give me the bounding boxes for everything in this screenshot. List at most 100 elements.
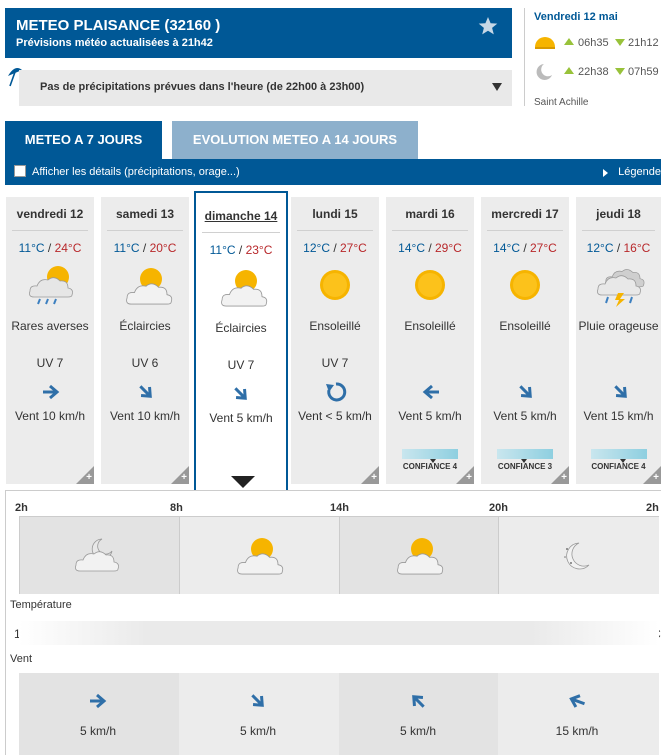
day-card-5[interactable]: mardi 16 14°C / 29°C Ensoleillé Vent 5 km/h… (386, 197, 474, 484)
rain-forecast-bar[interactable]: Pas de précipitations prévues dans l'heu… (19, 70, 512, 106)
temp-min: 11°C (18, 241, 45, 255)
tab-14-days[interactable]: EVOLUTION METEO A 14 JOURS (172, 121, 418, 159)
temperature-band (19, 621, 659, 645)
day-card-3[interactable]: dimanche 14 11°C / 23°C Éclaircies UV 7 Vent… (194, 191, 288, 491)
divider (12, 230, 88, 231)
day-card-2[interactable]: samedi 13 11°C / 20°C Éclaircies UV 6 Vent 1… (101, 197, 189, 484)
wind-direction-icon (566, 690, 590, 714)
plus-icon[interactable]: + (561, 472, 567, 483)
condition-text: Éclaircies (215, 321, 267, 335)
temp-max: 29°C (435, 241, 462, 255)
day-temperatures: 12°C / 27°C (303, 241, 367, 255)
temp-max: 24°C (54, 241, 82, 255)
wind-speed: Vent 5 km/h (398, 409, 462, 423)
temp-min: 11°C (209, 243, 236, 257)
temp-min: 14°C (493, 241, 520, 255)
hour-wind-speed: 5 km/h (79, 724, 116, 738)
wind-direction-icon (325, 381, 347, 403)
divider (107, 230, 183, 231)
day-temperatures: 11°C / 20°C (113, 241, 177, 255)
wind-direction-icon (420, 381, 442, 403)
day-name: mercredi 17 (491, 207, 559, 221)
hour-label: 2h (646, 502, 659, 514)
confidence-marker (521, 459, 527, 463)
divider (392, 230, 468, 231)
page-subtitle: Prévisions météo actualisées à 21h42 (16, 37, 213, 49)
wind-direction-icon (230, 383, 252, 405)
plus-icon[interactable]: + (466, 472, 472, 483)
plus-icon[interactable]: + (181, 472, 187, 483)
plus-icon[interactable]: + (653, 472, 659, 483)
hour-label: 2h (15, 502, 28, 514)
temp-max: 27°C (340, 241, 367, 255)
temp-min: 14°C (398, 241, 425, 255)
moonrise-time: 22h38 (578, 66, 609, 78)
hour-label: 8h (170, 502, 183, 514)
day-card-1[interactable]: vendredi 12 11°C / 24°C Rares averses UV 7 V… (6, 197, 94, 484)
wind-speed: Vent 10 km/h (14, 409, 86, 423)
rain-forecast-text: Pas de précipitations prévues dans l'heu… (40, 81, 365, 93)
sun-cloud-rain-icon (20, 265, 80, 307)
plus-icon[interactable]: + (86, 472, 92, 483)
wind-speed: Vent 5 km/h (209, 411, 273, 425)
wind-speed: Vent < 5 km/h (298, 409, 372, 423)
rise-arrow-icon (564, 67, 574, 74)
sun-icon (400, 265, 460, 307)
day-name: vendredi 12 (16, 207, 84, 221)
tab-7-days[interactable]: METEO A 7 JOURS (5, 121, 162, 159)
uv-index: UV 7 (321, 356, 349, 370)
day-name: lundi 15 (312, 207, 358, 221)
sun-cloud-icon (386, 535, 452, 577)
page-title: METEO PLAISANCE (32160 ) (16, 17, 221, 34)
hour-label: 14h (330, 502, 349, 514)
storm-icon (590, 265, 650, 307)
divider (19, 516, 20, 594)
day-card-7[interactable]: jeudi 18 12°C / 16°C Pluie orageuse Vent 15… (576, 197, 661, 484)
star-icon[interactable] (478, 16, 498, 36)
selected-day-pointer (231, 476, 255, 488)
details-checkbox[interactable] (14, 165, 26, 177)
confidence-bar (402, 449, 458, 459)
day-name: jeudi 18 (596, 207, 641, 221)
divider (487, 230, 563, 231)
temp-max: 16°C (623, 241, 651, 255)
day-temperatures: 12°C / 16°C (586, 241, 651, 255)
chevron-down-icon[interactable] (492, 83, 502, 91)
day-temperatures: 11°C / 24°C (18, 241, 82, 255)
temp-min: 12°C (586, 241, 614, 255)
condition-text: Rares averses (11, 319, 89, 333)
day-name: mardi 16 (405, 207, 455, 221)
saint-of-day: Saint Achille (534, 97, 589, 108)
divider (524, 8, 525, 106)
wind-direction-icon (135, 381, 157, 403)
condition-text: Ensoleillé (499, 319, 551, 333)
temp-min: 12°C (303, 241, 330, 255)
temp-min: 11°C (113, 241, 140, 255)
ephemeris-date: Vendredi 12 mai (534, 11, 618, 23)
day-temperatures: 11°C / 23°C (209, 243, 273, 257)
temp-max: 27°C (530, 241, 557, 255)
condition-text: Ensoleillé (404, 319, 456, 333)
day-card-4[interactable]: lundi 15 12°C / 27°C Ensoleillé UV 7 Vent < … (291, 197, 379, 484)
day-name: dimanche 14 (204, 209, 278, 223)
legend-link[interactable]: Légende (618, 166, 661, 178)
details-label[interactable]: Afficher les détails (précipitations, or… (32, 166, 240, 178)
set-arrow-icon (615, 68, 625, 75)
sunrise-time: 06h35 (578, 37, 609, 49)
wind-speed: Vent 15 km/h (583, 409, 654, 423)
divider (498, 516, 499, 594)
page-header: METEO PLAISANCE (32160 ) Prévisions mété… (5, 8, 512, 58)
legend-arrow-icon (603, 169, 608, 177)
wind-direction-icon (87, 690, 111, 714)
confidence-bar (590, 449, 647, 459)
confidence-marker (620, 459, 626, 463)
rise-arrow-icon (564, 38, 574, 45)
sun-icon (495, 265, 555, 307)
sun-cloud-icon (226, 535, 292, 577)
divider (339, 516, 340, 594)
condition-text: Ensoleillé (309, 319, 361, 333)
plus-icon[interactable]: + (371, 472, 377, 483)
day-name: samedi 13 (115, 207, 175, 221)
day-card-6[interactable]: mercredi 17 14°C / 27°C Ensoleillé Vent 5 k… (481, 197, 569, 484)
confidence-bar (497, 449, 553, 459)
